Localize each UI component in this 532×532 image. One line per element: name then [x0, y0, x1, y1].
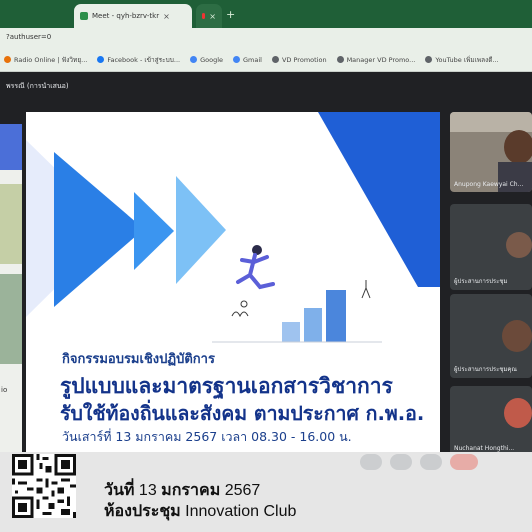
event-caption: วันที่ 13 มกราคม 2567 ห้องประชุม Innovat… — [0, 452, 532, 532]
participant-tile[interactable]: ผู้ประสานการประชุม — [450, 204, 532, 290]
browser-tab-strip: Meet - qyh-bzrv-tkr × × + — [0, 0, 532, 28]
participant-name: Nuchanat Hongthi... — [454, 445, 515, 452]
arrow-shape — [54, 152, 144, 307]
slide-subtitle: รับใช้ท้องถิ่นและสังคม ตามประกาศ ก.พ.อ. — [60, 402, 425, 425]
blue-panel — [318, 112, 440, 287]
bookmark-vd-promotion[interactable]: VD Promotion — [271, 56, 327, 64]
radio-icon — [4, 56, 11, 63]
new-tab-button[interactable]: + — [226, 8, 235, 21]
doodle — [240, 300, 248, 308]
participant-video — [504, 130, 532, 164]
bookmark-gmail[interactable]: Gmail — [233, 56, 262, 64]
bookmark-manager[interactable]: Manager VD Promo... — [336, 56, 415, 64]
participant-video — [502, 320, 532, 352]
partial-slide-text: io — [1, 386, 8, 394]
partial-slide-image — [0, 274, 22, 364]
participant-tile[interactable]: ผู้ประสานการประชุมคุณ — [450, 294, 532, 378]
arrow-shape — [134, 192, 174, 270]
partial-slide-banner — [0, 124, 22, 170]
arrow-shape — [176, 176, 226, 284]
participant-video — [504, 398, 532, 428]
tab-meet[interactable]: Meet - qyh-bzrv-tkr × — [74, 4, 192, 28]
youtube-favicon-icon — [202, 13, 206, 19]
runner-figure — [236, 253, 275, 290]
bookmark-facebook[interactable]: Facebook - เข้าสู่ระบบ... — [97, 55, 180, 65]
leave-call-button[interactable] — [450, 454, 478, 470]
doodle — [361, 280, 371, 299]
previous-slide-partial: io — [0, 124, 22, 460]
more-button[interactable] — [420, 454, 442, 470]
bookmark-youtube[interactable]: YouTube เพิ่มเพลงตี... — [425, 55, 499, 65]
partial-slide-image — [0, 184, 22, 264]
illustration-bar — [304, 308, 322, 342]
participant-name: ผู้ประสานการประชุม — [454, 278, 508, 285]
illustration-bar — [282, 322, 300, 342]
illustration-bar — [326, 290, 346, 342]
slide-date: วันเสาร์ที่ 13 มกราคม 2567 เวลา 08.30 - … — [62, 429, 352, 444]
participant-tiles: Anupong Kaewyai Ch... ผู้ประสานการประชุม… — [450, 112, 532, 456]
participant-name: ผู้ประสานการประชุมคุณ — [454, 366, 517, 373]
runner-head — [252, 245, 262, 255]
slide-activity-label: กิจกรรมอบรมเชิงปฏิบัติการ — [62, 352, 215, 367]
event-room: ห้องประชุม Innovation Club — [104, 503, 297, 520]
meet-favicon-icon — [80, 12, 88, 20]
bookmark-radio[interactable]: Radio Online | ฟังวิทยุ... — [4, 55, 87, 65]
mic-button[interactable] — [360, 454, 382, 470]
tab-youtube[interactable]: × — [196, 4, 222, 28]
participant-name: Anupong Kaewyai Ch... — [454, 181, 524, 188]
room-wall — [450, 112, 532, 132]
camera-button[interactable] — [390, 454, 412, 470]
meet-header: พรรณี (การนำเสนอ) — [0, 72, 532, 100]
globe-icon — [271, 56, 279, 63]
globe-icon — [336, 56, 344, 63]
presenter-title: พรรณี (การนำเสนอ) — [6, 82, 69, 90]
screenshot: Meet - qyh-bzrv-tkr × × + ?authuser=0 Ra… — [0, 0, 532, 532]
gmail-icon — [233, 56, 241, 63]
address-bar[interactable]: ?authuser=0 — [0, 28, 532, 48]
participant-video — [506, 232, 532, 258]
participant-tile[interactable]: Nuchanat Hongthi... — [450, 386, 532, 456]
bookmarks-bar: Radio Online | ฟังวิทยุ... Facebook - เข… — [0, 48, 532, 72]
qr-code-icon — [12, 454, 76, 518]
tab-meet-label: Meet - qyh-bzrv-tkr — [92, 12, 160, 20]
meet-controls-ghost — [360, 454, 480, 474]
google-icon — [190, 56, 198, 63]
meet-stage: io กิจกรรมอบรมเชิงปฏิบัติการ รูปแบบและมา… — [0, 100, 532, 460]
url-text[interactable]: ?authuser=0 — [6, 33, 51, 41]
globe-icon — [425, 56, 433, 63]
participant-tile[interactable]: Anupong Kaewyai Ch... — [450, 112, 532, 192]
tab-close-icon[interactable]: × — [163, 12, 170, 21]
facebook-icon — [97, 56, 105, 63]
presentation-slide[interactable]: กิจกรรมอบรมเชิงปฏิบัติการ รูปแบบและมาตรฐ… — [26, 112, 440, 452]
doodle — [231, 311, 249, 318]
tab-close-icon[interactable]: × — [209, 12, 216, 21]
bookmark-google[interactable]: Google — [190, 56, 223, 64]
